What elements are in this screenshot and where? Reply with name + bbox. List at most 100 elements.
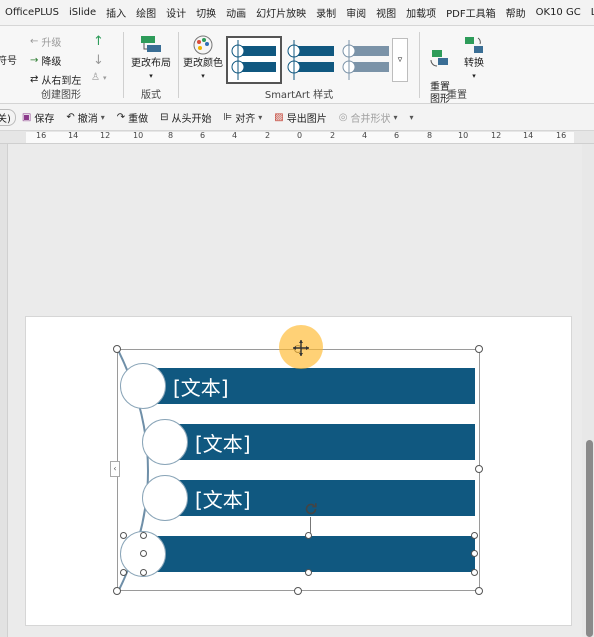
shape-handle-top[interactable]	[305, 532, 312, 539]
tab-animations[interactable]: 动画	[221, 5, 251, 20]
promote-button[interactable]: ← 升级	[30, 34, 61, 49]
layout-dropdown-button[interactable]: ♙ ▾	[91, 72, 106, 83]
change-colors-button[interactable]: 更改颜色 ▾	[181, 34, 225, 82]
tab-design[interactable]: 设计	[161, 5, 191, 20]
tab-ok10[interactable]: OK10 GC	[531, 7, 586, 18]
rotate-handle-icon[interactable]	[303, 501, 319, 517]
convert-button[interactable]: 转换 ▾	[452, 34, 496, 82]
customize-qat-button[interactable]: ▾	[403, 113, 419, 122]
smartart-bar-text[interactable]: [文本]	[195, 428, 251, 457]
chevron-down-icon: ▾	[472, 72, 476, 80]
ruler-tick-label: 16	[556, 131, 567, 140]
resize-handle-bottom-right[interactable]	[475, 587, 483, 595]
chevron-down-icon: ▾	[258, 112, 263, 122]
export-image-label: 导出图片	[286, 113, 327, 125]
redo-label: 重做	[128, 113, 149, 125]
tab-help[interactable]: 帮助	[501, 5, 531, 20]
ribbon-tabs: OfficePLUS iSlide 插入 绘图 设计 切换 动画 幻灯片放映 录…	[0, 0, 594, 26]
close-paren-button[interactable]: 关)	[0, 108, 16, 126]
circle-handle-bottom-left[interactable]	[120, 569, 127, 576]
shape-handle-bottom-left[interactable]	[140, 569, 147, 576]
save-label: 保存	[34, 113, 55, 125]
export-image-button[interactable]: ▨ 导出图片	[268, 110, 332, 125]
from-start-button[interactable]: ⊟ 从头开始	[154, 110, 217, 125]
change-layout-button[interactable]: 更改布局 ▾	[129, 34, 173, 82]
ruler-tick-label: 6	[200, 131, 206, 140]
smartart-bar-text[interactable]: [文本]	[195, 484, 251, 513]
tab-transitions[interactable]: 切换	[191, 5, 221, 20]
tab-slideshow[interactable]: 幻灯片放映	[251, 5, 311, 20]
ruler-tick-label: 14	[68, 131, 79, 140]
reset-graphic-icon	[430, 50, 448, 67]
shape-handle-left[interactable]	[140, 550, 147, 557]
tab-lvyht[interactable]: LvyhT	[586, 7, 594, 18]
convert-icon	[465, 37, 483, 53]
horizontal-ruler: 16 14 12 10 8 6 4 2 0 2 4 6 8 10 12 14 1…	[0, 131, 594, 144]
scrollbar-thumb[interactable]	[586, 440, 593, 637]
save-button[interactable]: ▣ 保存	[16, 110, 60, 125]
tab-insert[interactable]: 插入	[101, 5, 131, 20]
bullet-button[interactable]: 符号	[0, 52, 17, 67]
style-preview-shadow	[287, 40, 334, 80]
ruler-tick-label: 14	[523, 131, 534, 140]
gallery-more-button[interactable]: ▿	[392, 38, 408, 82]
align-icon: ⊫	[223, 111, 233, 123]
resize-handle-bottom-left[interactable]	[113, 587, 121, 595]
ruler-tick-label: 10	[133, 131, 144, 140]
chevron-down-icon: ▾	[100, 112, 105, 122]
arrow-up-icon: ↑	[93, 34, 104, 49]
shape-handle-top-right[interactable]	[471, 532, 478, 539]
right-to-left-button[interactable]: ⇄ 从右到左	[30, 72, 81, 87]
resize-handle-right[interactable]	[475, 465, 483, 473]
tab-view[interactable]: 视图	[371, 5, 401, 20]
circle-handle-top-left[interactable]	[120, 532, 127, 539]
chevron-down-icon: ▾	[409, 112, 414, 122]
align-label: 对齐	[235, 113, 256, 125]
move-down-button[interactable]: ↓	[93, 53, 104, 68]
right-to-left-label: 从右到左	[41, 76, 82, 87]
create-graphic-group-label: 创建图形	[41, 90, 81, 101]
tab-record[interactable]: 录制	[311, 5, 341, 20]
ruler-tick-label: 6	[394, 131, 400, 140]
tab-review[interactable]: 审阅	[341, 5, 371, 20]
change-layout-label: 更改布局	[131, 58, 171, 69]
shape-handle-bottom[interactable]	[305, 569, 312, 576]
shape-handle-bottom-right[interactable]	[471, 569, 478, 576]
promote-label: 升级	[41, 38, 62, 49]
ruler-tick-label: 4	[232, 131, 238, 140]
org-chart-icon: ♙	[91, 72, 100, 83]
style-gallery-item[interactable]	[226, 36, 282, 84]
shape-handle-right[interactable]	[471, 550, 478, 557]
resize-handle-top-right[interactable]	[475, 345, 483, 353]
tab-officeplus[interactable]: OfficePLUS	[0, 7, 64, 18]
ruler-tick-label: 10	[458, 131, 469, 140]
undo-label: 撤消	[77, 113, 98, 125]
chevron-down-icon: ▾	[102, 73, 107, 82]
tab-addins[interactable]: 加载项	[401, 5, 441, 20]
ruler-tick-label: 2	[330, 131, 336, 140]
redo-button[interactable]: ↷ 重做	[111, 110, 154, 125]
resize-handle-bottom[interactable]	[294, 587, 302, 595]
demote-button[interactable]: → 降级	[30, 53, 61, 68]
smartart-bar-text[interactable]: [文本]	[173, 372, 229, 401]
smartart-circle[interactable]	[120, 363, 166, 409]
smartart-circle[interactable]	[142, 475, 188, 521]
palette-icon	[193, 35, 213, 55]
tab-islide[interactable]: iSlide	[64, 7, 101, 18]
smartart-bar-selected[interactable]	[150, 536, 475, 572]
from-start-label: 从头开始	[171, 113, 212, 125]
align-button[interactable]: ⊫ 对齐 ▾	[218, 110, 269, 125]
resize-handle-top-left[interactable]	[113, 345, 121, 353]
chevron-down-icon: ▾	[201, 72, 205, 80]
text-pane-toggle[interactable]: ‹	[110, 461, 120, 477]
shape-handle-top-left[interactable]	[140, 532, 147, 539]
undo-button[interactable]: ↶ 撤消 ▾	[60, 110, 110, 125]
tab-draw[interactable]: 绘图	[131, 5, 161, 20]
move-up-button[interactable]: ↑	[93, 34, 104, 49]
style-gallery-item[interactable]	[283, 36, 339, 84]
demote-label: 降级	[41, 57, 62, 68]
smartart-circle[interactable]	[142, 419, 188, 465]
tab-pdf-toolbox[interactable]: PDF工具箱	[441, 5, 500, 20]
style-gallery-item[interactable]	[338, 36, 394, 84]
merge-shapes-button[interactable]: ◎ 合并形状 ▾	[333, 110, 404, 125]
